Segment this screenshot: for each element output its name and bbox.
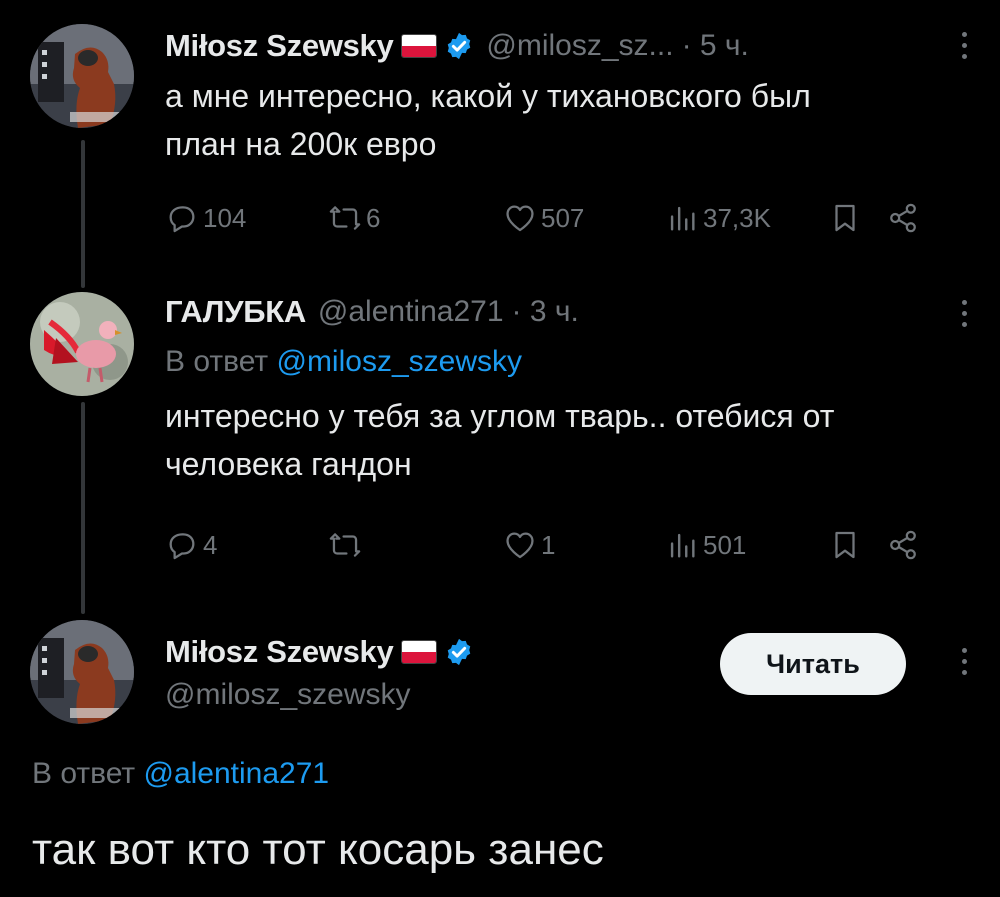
like-icon — [506, 205, 534, 232]
tweet-text-line: интересно у тебя за углом тварь.. отебис… — [165, 398, 835, 434]
share-button[interactable] — [886, 201, 920, 235]
author-name[interactable]: ГАЛУБКА — [165, 294, 306, 330]
bookmark-icon — [835, 204, 855, 232]
follow-button[interactable]: Читать — [720, 633, 906, 695]
author-name[interactable]: Miłosz Szewsky — [165, 28, 394, 64]
views-button[interactable]: 501 — [665, 528, 828, 562]
reply-button[interactable]: 104 — [165, 201, 328, 235]
views-button[interactable]: 37,3K — [665, 201, 828, 235]
tweet-text: интересно у тебя за углом тварь.. отебис… — [165, 392, 970, 488]
verified-badge-icon[interactable] — [444, 31, 474, 61]
share-icon — [890, 203, 916, 233]
reply-icon — [169, 533, 195, 560]
reply-icon — [169, 206, 195, 233]
thread-view: Miłosz Szewsky @milosz_sz... · 5 ч. а мн… — [0, 0, 1000, 897]
reply-prefix: В ответ — [165, 345, 269, 378]
bookmark-button[interactable] — [828, 528, 886, 562]
reply-context: В ответ @alentina271 — [32, 757, 329, 791]
thread-line — [81, 140, 85, 288]
retweet-icon — [329, 206, 361, 230]
view-count: 37,3K — [703, 202, 771, 233]
retweet-button[interactable] — [328, 528, 503, 562]
like-button[interactable]: 1 — [503, 528, 665, 562]
reply-context: В ответ @milosz_szewsky — [165, 342, 970, 382]
more-icon[interactable] — [960, 32, 968, 59]
reply-handle-link[interactable]: @milosz_szewsky — [276, 345, 522, 378]
avatar[interactable] — [30, 620, 134, 724]
reply-button[interactable]: 4 — [165, 528, 328, 562]
more-icon[interactable] — [960, 648, 968, 675]
tweet-text: а мне интересно, какой у тихановского бы… — [165, 72, 970, 168]
reply-handle-link[interactable]: @alentina271 — [143, 757, 329, 790]
like-button[interactable]: 507 — [503, 201, 665, 235]
reply-count: 4 — [203, 529, 218, 560]
views-icon — [670, 533, 695, 558]
tweet-text-line: план на 200к евро — [165, 126, 437, 162]
poland-flag-icon — [401, 640, 438, 664]
share-icon — [890, 530, 916, 560]
share-button[interactable] — [886, 528, 920, 562]
verified-badge-icon[interactable] — [444, 637, 474, 667]
retweet-icon — [329, 533, 361, 557]
author-handle[interactable]: @milosz_sz... — [486, 29, 673, 63]
bookmark-icon — [835, 531, 855, 559]
avatar[interactable] — [30, 292, 134, 396]
like-icon — [506, 532, 534, 559]
tweet-actions: 104 6 507 37,3K — [165, 198, 952, 238]
author-handle[interactable]: @milosz_szewsky — [165, 678, 680, 712]
retweet-count: 6 — [366, 202, 381, 233]
like-count: 507 — [541, 202, 585, 233]
author-name[interactable]: Miłosz Szewsky — [165, 634, 394, 670]
avatar[interactable] — [30, 24, 134, 128]
timestamp[interactable]: · 3 ч. — [512, 295, 579, 329]
reply-count: 104 — [203, 202, 247, 233]
tweet-text-line: человека гандон — [165, 446, 412, 482]
more-icon[interactable] — [960, 300, 968, 327]
like-count: 1 — [541, 529, 556, 560]
tweet-actions: 4 1 501 — [165, 525, 952, 565]
view-count: 501 — [703, 529, 747, 560]
tweet-text-line: а мне интересно, какой у тихановского бы… — [165, 78, 811, 114]
reply-prefix: В ответ — [32, 757, 136, 790]
timestamp[interactable]: · 5 ч. — [682, 29, 749, 63]
author-handle[interactable]: @alentina271 — [318, 295, 504, 329]
bookmark-button[interactable] — [828, 201, 886, 235]
poland-flag-icon — [401, 34, 438, 58]
views-icon — [670, 206, 695, 231]
retweet-button[interactable]: 6 — [328, 201, 503, 235]
main-tweet-text: так вот кто тот косарь занес — [32, 825, 604, 874]
thread-line — [81, 402, 85, 614]
